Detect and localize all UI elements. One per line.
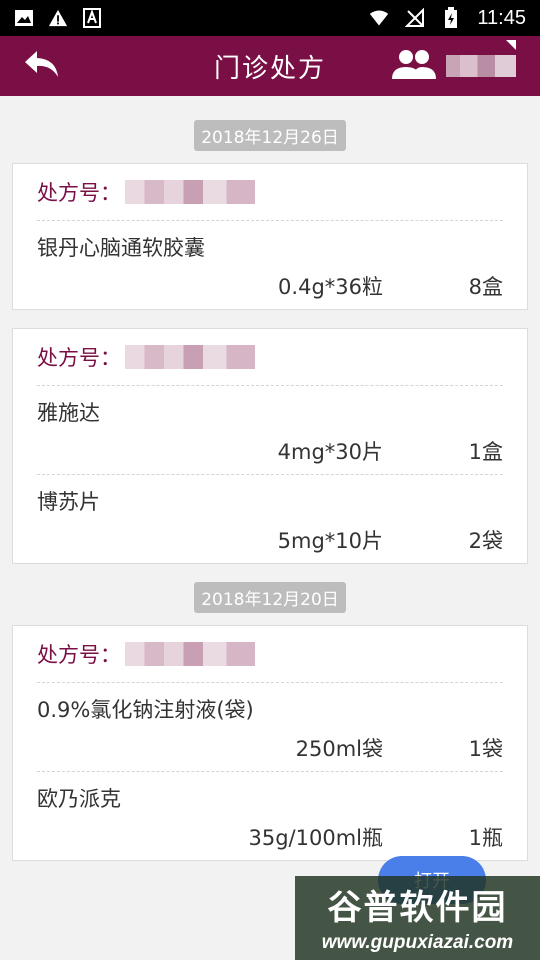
medicine-spec: 35g/100ml瓶 [248, 826, 383, 850]
prescription-number-row: 处方号： [37, 329, 503, 386]
people-icon [392, 49, 436, 83]
prescription-list: 2018年12月26日 处方号： 银丹心脑通软胶囊 0.4g*36粒 8盒 处方… [0, 96, 540, 861]
no-sim-icon [405, 8, 425, 28]
app-bar: 门诊处方 [0, 36, 540, 96]
date-badge: 2018年12月26日 [194, 120, 346, 151]
date-badge: 2018年12月20日 [194, 582, 346, 613]
medicine-spec: 5mg*10片 [277, 529, 383, 553]
medicine-item: 银丹心脑通软胶囊 0.4g*36粒 8盒 [37, 221, 503, 309]
medicine-name: 0.9%氯化钠注射液(袋) [37, 698, 254, 722]
prescription-card[interactable]: 处方号： 0.9%氯化钠注射液(袋) 250ml袋 1袋 欧乃派克 35g/10… [12, 625, 528, 861]
medicine-spec: 0.4g*36粒 [278, 275, 383, 299]
prescription-number-mask [125, 642, 255, 666]
prescription-card[interactable]: 处方号： 雅施达 4mg*30片 1盒 博苏片 5mg*10片 2袋 [12, 328, 528, 564]
watermark-logo: 谷普软件园 www.gupuxiazai.com [295, 876, 540, 960]
dropdown-corner-icon [506, 40, 516, 50]
prescription-number-row: 处方号： [37, 626, 503, 683]
medicine-qty: 1盒 [468, 440, 503, 464]
medicine-item: 雅施达 4mg*30片 1盒 [37, 386, 503, 474]
watermark-name: 谷普软件园 [327, 887, 508, 928]
medicine-name: 博苏片 [37, 490, 100, 514]
medicine-qty: 2袋 [468, 529, 503, 553]
medicine-qty: 1袋 [468, 737, 503, 761]
battery-charging-icon [441, 7, 461, 28]
prescription-number-label: 处方号： [37, 346, 121, 370]
watermark-url: www.gupuxiazai.com [321, 932, 514, 953]
medicine-spec: 250ml袋 [295, 737, 383, 761]
wifi-icon [369, 8, 389, 28]
medicine-name: 银丹心脑通软胶囊 [37, 236, 205, 260]
medicine-name: 欧乃派克 [37, 787, 121, 811]
prescription-number-mask [125, 345, 255, 369]
user-switch-button[interactable] [392, 40, 516, 86]
back-button[interactable] [20, 46, 64, 86]
prescription-number-mask [125, 180, 255, 204]
status-time: 11:45 [477, 6, 526, 29]
back-arrow-icon [23, 49, 61, 83]
image-icon [14, 8, 34, 28]
status-bar: 11:45 [0, 0, 540, 36]
medicine-item: 博苏片 5mg*10片 2袋 [37, 474, 503, 563]
prescription-number-label: 处方号： [37, 643, 121, 667]
user-name-mask [446, 55, 516, 77]
prescription-number-label: 处方号： [37, 181, 121, 205]
medicine-item: 0.9%氯化钠注射液(袋) 250ml袋 1袋 [37, 683, 503, 771]
medicine-spec: 4mg*30片 [277, 440, 383, 464]
font-icon [82, 8, 102, 28]
warning-icon [48, 8, 68, 28]
medicine-name: 雅施达 [37, 401, 100, 425]
medicine-qty: 8盒 [468, 275, 503, 299]
medicine-qty: 1瓶 [468, 826, 503, 850]
prescription-card[interactable]: 处方号： 银丹心脑通软胶囊 0.4g*36粒 8盒 [12, 163, 528, 310]
prescription-number-row: 处方号： [37, 164, 503, 221]
medicine-item: 欧乃派克 35g/100ml瓶 1瓶 [37, 771, 503, 860]
